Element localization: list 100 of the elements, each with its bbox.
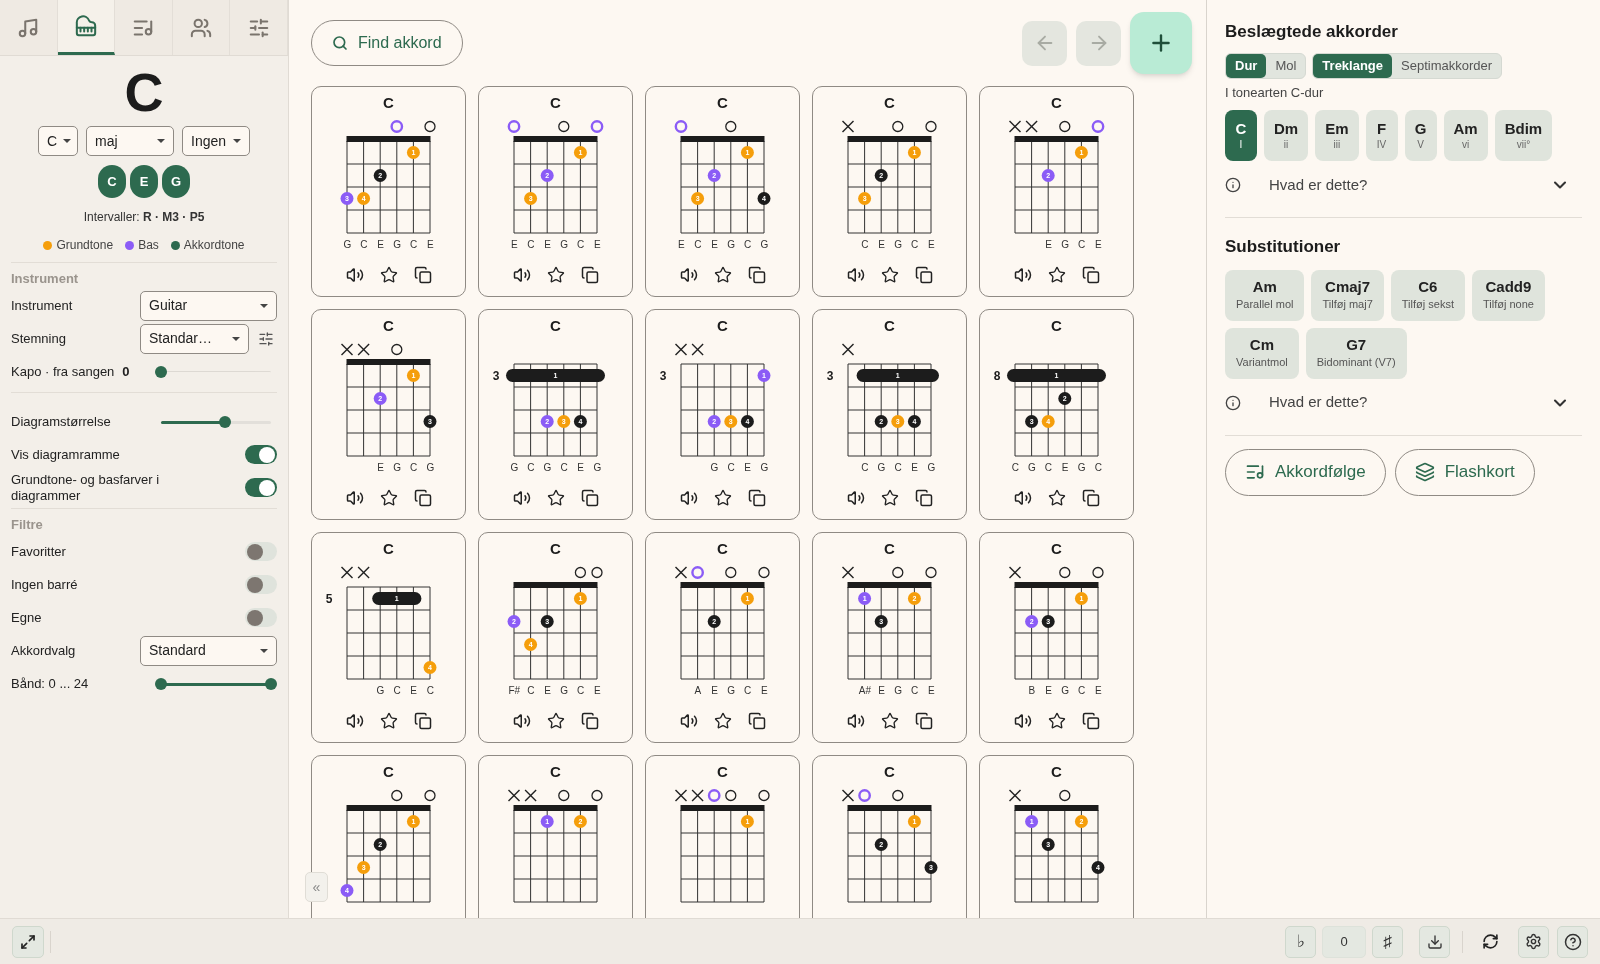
segment-option[interactable]: Septimakkorder: [1392, 53, 1502, 78]
related-chord-chip[interactable]: Em iii: [1315, 110, 1359, 161]
substitution-chip[interactable]: Cmaj7 Tilføj maj7: [1311, 269, 1384, 321]
copy-button[interactable]: [579, 488, 600, 508]
favorite-star-button[interactable]: [1046, 488, 1067, 508]
slider-thumb[interactable]: [218, 415, 231, 428]
string-note: C: [893, 461, 903, 475]
play-sound-button[interactable]: [344, 711, 365, 731]
string-note: G: [759, 461, 770, 475]
copy-button[interactable]: [1080, 488, 1101, 508]
related-chord-chip[interactable]: G V: [1404, 110, 1437, 161]
sharp-button[interactable]: ♯: [1372, 925, 1403, 958]
copy-button[interactable]: [746, 265, 767, 285]
segment-option[interactable]: Treklange: [1313, 53, 1393, 78]
range-low-thumb[interactable]: [155, 677, 167, 690]
favorite-star-button[interactable]: [378, 711, 399, 731]
copy-button[interactable]: [913, 711, 934, 731]
toggle-switch[interactable]: [245, 445, 277, 464]
settings-button[interactable]: [1518, 925, 1549, 958]
play-sound-button[interactable]: [1012, 265, 1033, 285]
favorite-star-button[interactable]: [712, 488, 733, 508]
help-expander[interactable]: Hvad er dette?: [1225, 382, 1582, 423]
fret-number: 3: [826, 368, 834, 383]
dropdown-select[interactable]: Guitar: [140, 290, 277, 321]
substitution-chip[interactable]: Cadd9 Tilføj none: [1471, 269, 1545, 321]
favorite-star-button[interactable]: [1046, 265, 1067, 285]
refresh-icon: [1482, 933, 1499, 950]
segment-option[interactable]: Dur: [1226, 53, 1267, 78]
sidebar-tab[interactable]: [0, 0, 58, 55]
copy-button[interactable]: [412, 711, 433, 731]
play-sound-button[interactable]: [845, 265, 866, 285]
dropdown-caret-icon: [233, 139, 241, 143]
play-sound-button[interactable]: [845, 488, 866, 508]
copy-button[interactable]: [412, 488, 433, 508]
favorite-star-button[interactable]: [545, 488, 566, 508]
sidebar-tab[interactable]: [57, 0, 116, 55]
toggle-switch[interactable]: [245, 478, 277, 497]
string-note: E: [710, 684, 719, 698]
copy-button[interactable]: [1080, 711, 1101, 731]
copy-button[interactable]: [913, 265, 934, 285]
play-sound-button[interactable]: [1012, 711, 1033, 731]
dropdown-select[interactable]: Standar…: [140, 323, 249, 354]
favorite-star-button[interactable]: [545, 265, 566, 285]
copy-button[interactable]: [1080, 265, 1101, 285]
sidebar-tab[interactable]: [115, 0, 173, 55]
range-high-thumb[interactable]: [265, 677, 277, 690]
play-sound-button[interactable]: [511, 265, 532, 285]
dropdown-select[interactable]: maj: [86, 126, 174, 156]
fullscreen-button[interactable]: [12, 925, 44, 958]
chord-title: C: [124, 61, 164, 124]
copy-button[interactable]: [412, 265, 433, 285]
sidebar-tab[interactable]: [172, 0, 231, 55]
toggle-switch[interactable]: [245, 608, 277, 627]
fret-number: 5: [325, 591, 333, 606]
help-button[interactable]: [1557, 925, 1588, 958]
play-sound-button[interactable]: [511, 488, 532, 508]
play-sound-button[interactable]: [845, 711, 866, 731]
copy-button[interactable]: [913, 488, 934, 508]
toggle-switch[interactable]: [245, 542, 277, 561]
related-chord-chip[interactable]: Dm ii: [1264, 110, 1309, 161]
help-expander[interactable]: Hvad er dette?: [1225, 165, 1582, 205]
dropdown-select[interactable]: Standard: [140, 635, 277, 666]
copy-button[interactable]: [579, 711, 600, 731]
play-sound-button[interactable]: [678, 711, 699, 731]
favorite-star-button[interactable]: [879, 488, 900, 508]
substitution-chip[interactable]: Cm Variantmol: [1225, 327, 1299, 379]
favorite-star-button[interactable]: [1046, 711, 1067, 731]
dropdown-select[interactable]: Ingen: [182, 126, 250, 156]
related-chord-chip[interactable]: C I: [1225, 110, 1257, 161]
substitution-chip[interactable]: Am Parallel mol: [1225, 269, 1305, 321]
substitution-chip[interactable]: C6 Tilføj sekst: [1390, 269, 1465, 321]
copy-button[interactable]: [579, 265, 600, 285]
related-chord-chip[interactable]: Bdim vii°: [1494, 110, 1553, 161]
string-note: G: [1060, 238, 1070, 252]
dropdown-select[interactable]: C: [38, 126, 78, 156]
related-chord-chip[interactable]: F IV: [1365, 110, 1398, 161]
favorite-star-button[interactable]: [879, 711, 900, 731]
sidebar-tab[interactable]: [230, 0, 288, 55]
play-sound-button[interactable]: [344, 488, 365, 508]
copy-button[interactable]: [746, 711, 767, 731]
play-sound-button[interactable]: [678, 265, 699, 285]
download-button[interactable]: [1419, 925, 1450, 958]
range-slider[interactable]: [155, 677, 277, 690]
play-sound-button[interactable]: [678, 488, 699, 508]
play-sound-button[interactable]: [344, 265, 365, 285]
slider-thumb[interactable]: [155, 365, 167, 378]
favorite-star-button[interactable]: [545, 711, 566, 731]
substitution-chip[interactable]: G7 Bidominant (V7): [1305, 327, 1407, 379]
segment-option[interactable]: Mol: [1266, 53, 1306, 78]
play-sound-button[interactable]: [511, 711, 532, 731]
toggle-switch[interactable]: [245, 575, 277, 594]
copy-button[interactable]: [746, 488, 767, 508]
favorite-star-button[interactable]: [712, 711, 733, 731]
flat-button[interactable]: ♭: [1285, 925, 1316, 958]
favorite-star-button[interactable]: [378, 265, 399, 285]
related-chord-chip[interactable]: Am vi: [1443, 110, 1488, 161]
favorite-star-button[interactable]: [879, 265, 900, 285]
play-sound-button[interactable]: [1012, 488, 1033, 508]
favorite-star-button[interactable]: [712, 265, 733, 285]
favorite-star-button[interactable]: [378, 488, 399, 508]
